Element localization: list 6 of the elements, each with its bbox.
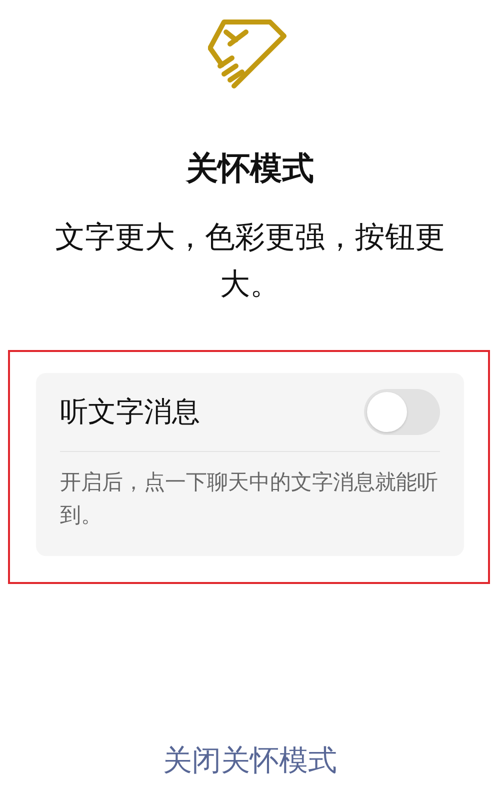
page-title: 关怀模式 [186,152,314,184]
toggle-switch[interactable] [364,389,440,435]
setting-label: 听文字消息 [60,394,200,430]
subtitle: 文字更大，色彩更强，按钮更大。 [54,219,446,304]
close-mode-link[interactable]: 关闭关怀模式 [163,741,337,781]
setting-description: 开启后，点一下聊天中的文字消息就能听到。 [60,469,439,529]
